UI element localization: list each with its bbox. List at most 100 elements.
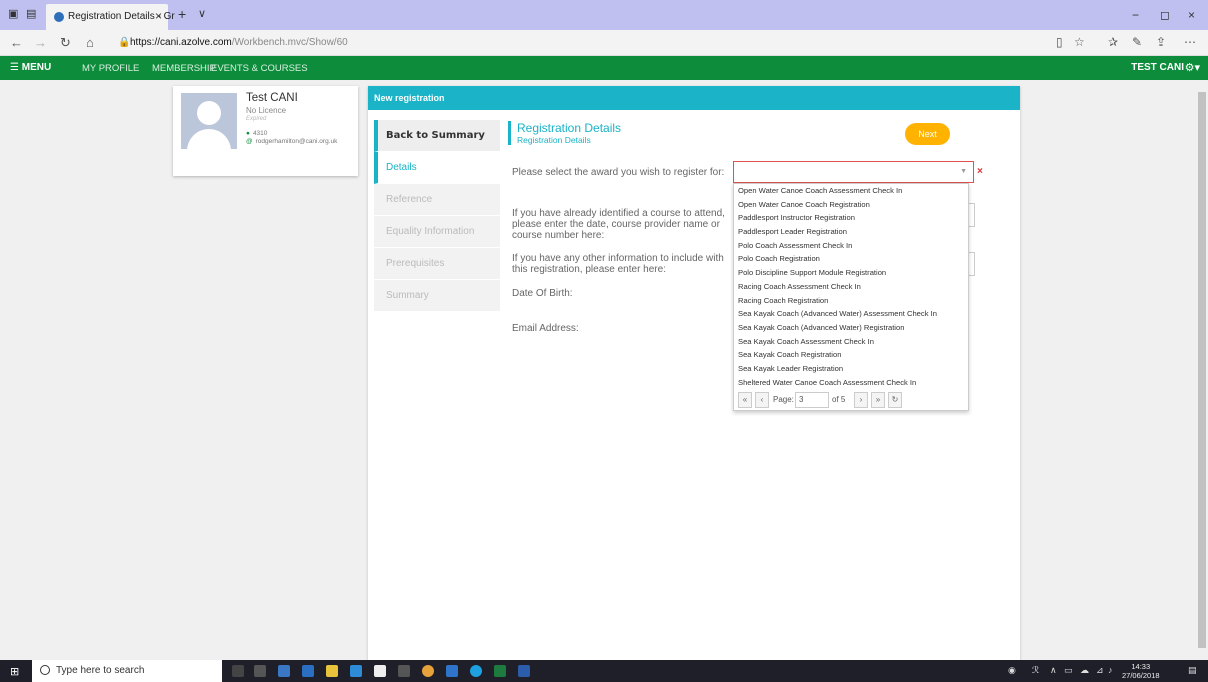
page-scrollbar[interactable] [1196,80,1208,660]
edge-icon[interactable] [302,665,314,677]
settings-gear-icon[interactable]: ⚙▾ [1185,61,1200,74]
menu-button[interactable]: ☰ MENU [10,62,51,73]
nav-events-courses[interactable]: EVENTS & COURSES [211,63,308,74]
next-button[interactable]: Next [905,123,950,145]
taskbar-clock[interactable]: 14:33 27/06/2018 [1122,662,1160,680]
address-bar: ← → ↻ ⌂ 🔒 https://cani.azolve.com/Workbe… [0,30,1208,56]
windows-taskbar: ⊞ Type here to search ◉ ℛ ∧ ▭ ☁ ⊿ ♪ 14:3… [0,660,1208,682]
list-item[interactable]: Sea Kayak Coach (Advanced Water) Assessm… [734,307,968,321]
minimize-icon[interactable]: − [1132,8,1139,22]
help-icon[interactable]: ◉ [1008,665,1016,676]
outlook-icon[interactable] [446,665,458,677]
list-item[interactable]: Polo Coach Assessment Check In [734,239,968,253]
course-label: If you have already identified a course … [512,208,725,241]
step-details[interactable]: Details [374,152,500,184]
clear-selection-icon[interactable]: × [977,166,983,177]
list-item[interactable]: Sea Kayak Leader Registration [734,362,968,376]
list-item[interactable]: Paddlesport Instructor Registration [734,211,968,225]
profile-card: Test CANI No Licence Expired ● 4310 @ rodg… [173,86,358,176]
volume-icon[interactable]: ♪ [1108,665,1113,675]
page-number-input[interactable]: 3 [795,392,829,408]
list-item[interactable]: Racing Coach Assessment Check In [734,280,968,294]
refresh-icon[interactable]: ↻ [60,35,71,51]
email-icon: @ [246,138,253,145]
task-view-icon[interactable] [254,665,266,677]
tray-chevron-icon[interactable]: ∧ [1050,665,1057,676]
list-item[interactable]: Sea Kayak Coach Registration [734,348,968,362]
last-page-icon[interactable]: » [871,392,885,408]
amazon-icon[interactable] [374,665,386,677]
course-input[interactable] [969,203,975,227]
other-info-input[interactable] [969,252,975,276]
nav-my-profile[interactable]: MY PROFILE [82,63,139,74]
chrome-icon[interactable] [422,665,434,677]
list-item[interactable]: Open Water Canoe Coach Assessment Check … [734,184,968,198]
step-equality-information[interactable]: Equality Information [374,216,500,248]
word-icon[interactable] [518,665,530,677]
prev-page-icon[interactable]: ‹ [755,392,769,408]
url-field[interactable]: https://cani.azolve.com/Workbench.mvc/Sh… [130,37,348,48]
microphone-icon[interactable] [232,665,244,677]
profile-member-id: ● 4310 [246,130,268,137]
avatar [181,93,237,149]
notes-pen-icon[interactable]: ✎ [1132,35,1142,49]
profile-email: @ rodgerhamilton@cani.org.uk [246,138,338,145]
first-page-icon[interactable]: « [738,392,752,408]
profile-name: Test CANI [246,92,298,104]
store-icon[interactable] [326,665,338,677]
tab-actions-icon[interactable]: ▣ [8,8,22,21]
network-icon[interactable]: ⊿ [1096,665,1104,676]
list-item[interactable]: Polo Coach Registration [734,252,968,266]
step-summary[interactable]: Summary [374,280,500,312]
favicon-icon [54,12,64,22]
browser-tab-bar: ▣ ▤ Registration Details - Gr × + ∨ − ◻ … [0,0,1208,30]
close-tab-icon[interactable]: × [155,9,162,23]
list-item[interactable]: Open Water Canoe Coach Registration [734,198,968,212]
app-icon[interactable] [350,665,362,677]
step-prerequisites[interactable]: Prerequisites [374,248,500,280]
award-select[interactable]: ▼ [733,161,974,183]
share-icon[interactable]: ⇪ [1156,35,1166,49]
tab-preview-chevron-icon[interactable]: ∨ [198,7,206,20]
battery-icon[interactable]: ▭ [1064,665,1073,676]
page-label: Page: [773,395,794,404]
list-item[interactable]: Sea Kayak Coach Assessment Check In [734,335,968,349]
step-reference[interactable]: Reference [374,184,500,216]
list-item[interactable]: Sea Kayak Coach (Advanced Water) Registr… [734,321,968,335]
favorite-star-icon[interactable]: ☆ [1074,35,1085,49]
windows-start-icon[interactable]: ⊞ [10,665,19,678]
list-item[interactable]: Sheltered Water Canoe Coach Assessment C… [734,376,968,390]
list-item[interactable]: Racing Coach Registration [734,294,968,308]
close-window-icon[interactable]: × [1188,8,1195,22]
nav-membership[interactable]: MEMBERSHIP [152,63,216,74]
list-item[interactable]: Polo Discipline Support Module Registrat… [734,266,968,280]
list-item[interactable]: Paddlesport Leader Registration [734,225,968,239]
home-icon[interactable]: ⌂ [86,35,94,50]
award-label: Please select the award you wish to regi… [512,167,725,178]
next-page-icon[interactable]: › [854,392,868,408]
step-back-to-summary[interactable]: Back to Summary [374,120,500,152]
people-icon[interactable]: ℛ [1032,665,1039,676]
refresh-list-icon[interactable]: ↻ [888,392,902,408]
user-menu[interactable]: TEST CANI [1131,62,1184,73]
scrollbar-thumb[interactable] [1198,92,1206,648]
excel-icon[interactable] [494,665,506,677]
forward-icon[interactable]: → [34,35,47,50]
favorites-hub-icon[interactable]: ✰ [1108,35,1118,49]
taskbar-search[interactable]: Type here to search [32,660,222,682]
skype-icon[interactable] [470,665,482,677]
maximize-icon[interactable]: ◻ [1160,8,1170,22]
explorer-icon[interactable] [278,665,290,677]
set-aside-tabs-icon[interactable]: ▤ [26,8,40,21]
back-icon[interactable]: ← [10,35,23,50]
person-icon: ● [246,130,250,137]
reading-view-icon[interactable]: ▯ [1056,35,1063,49]
browser-tab[interactable]: Registration Details - Gr × [46,4,175,30]
steps-sidebar: Back to Summary Details Reference Equali… [374,120,500,312]
profile-licence: No Licence [246,106,287,115]
new-tab-icon[interactable]: + [178,6,186,22]
more-icon[interactable]: ⋯ [1184,35,1196,49]
infinity-app-icon[interactable] [398,665,410,677]
notifications-icon[interactable]: ▤ [1188,665,1197,676]
onedrive-icon[interactable]: ☁ [1080,665,1089,676]
